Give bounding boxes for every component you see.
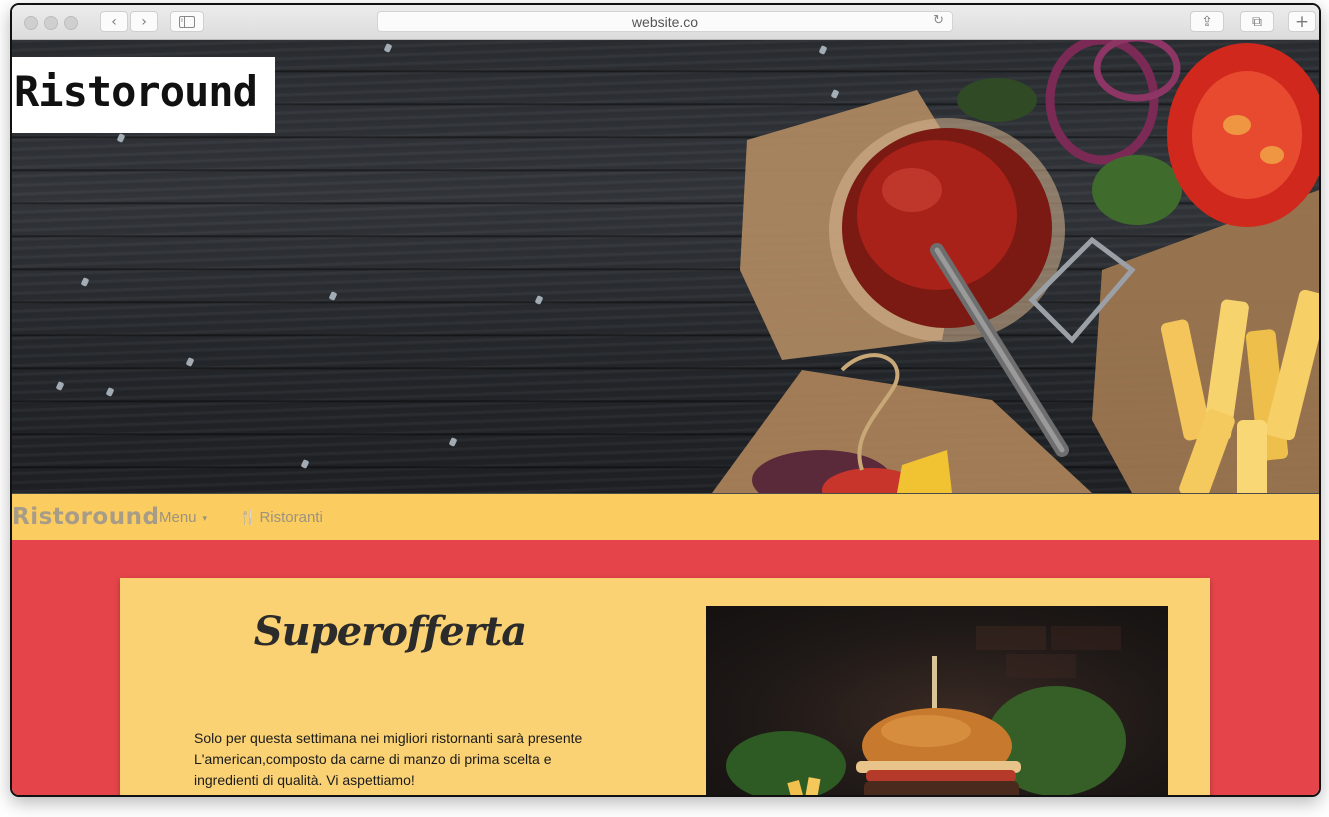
address-url: website.co: [631, 14, 699, 30]
burger-illustration: [726, 626, 1126, 795]
close-window-button[interactable]: [24, 16, 38, 30]
new-tab-button[interactable]: +: [1288, 11, 1316, 32]
sidebar-button[interactable]: [170, 11, 204, 32]
browser-window: ‹ › website.co ↻ ⇪ ⧉ + Ristoround Ristor…: [10, 3, 1321, 797]
plus-icon: +: [1294, 11, 1310, 32]
caret-down-icon: ▾: [202, 512, 208, 523]
nav-ristoranti-label: Ristoranti: [259, 509, 323, 526]
offer-title: Superofferta: [253, 608, 527, 655]
address-bar[interactable]: website.co ↻: [377, 11, 953, 32]
nav-menu-dropdown[interactable]: Menu ▾: [159, 509, 207, 526]
cutlery-icon: 🍴: [239, 510, 257, 526]
offer-card: Superofferta Solo per questa settimana n…: [120, 578, 1210, 795]
main-navbar: Ristoround Menu ▾ 🍴 Ristoranti: [12, 493, 1319, 541]
minimize-window-button[interactable]: [44, 16, 58, 30]
offer-description: Solo per questa settimana nei migliori r…: [194, 730, 583, 788]
sidebar-icon: [179, 15, 195, 28]
site-logo: Ristoround: [14, 67, 258, 116]
nav-link-ristoranti[interactable]: 🍴 Ristoranti: [239, 509, 323, 526]
logo-box[interactable]: Ristoround: [12, 57, 275, 133]
zoom-window-button[interactable]: [64, 16, 78, 30]
share-icon: ⇪: [1201, 13, 1213, 30]
burger-image: [706, 606, 1168, 795]
chevron-right-icon: ›: [141, 13, 147, 30]
reload-icon[interactable]: ↻: [933, 13, 944, 28]
back-button[interactable]: ‹: [100, 11, 128, 32]
tabs-icon: ⧉: [1252, 13, 1262, 30]
chevron-left-icon: ‹: [111, 13, 117, 30]
show-tabs-button[interactable]: ⧉: [1240, 11, 1274, 32]
nav-menu-label: Menu: [159, 509, 197, 526]
hero-banner: Ristoround: [12, 40, 1319, 493]
browser-toolbar: ‹ › website.co ↻ ⇪ ⧉ +: [12, 5, 1319, 40]
share-button[interactable]: ⇪: [1190, 11, 1224, 32]
navbar-brand[interactable]: Ristoround: [12, 504, 159, 530]
forward-button[interactable]: ›: [130, 11, 158, 32]
main-content: Superofferta Solo per questa settimana n…: [12, 540, 1319, 795]
